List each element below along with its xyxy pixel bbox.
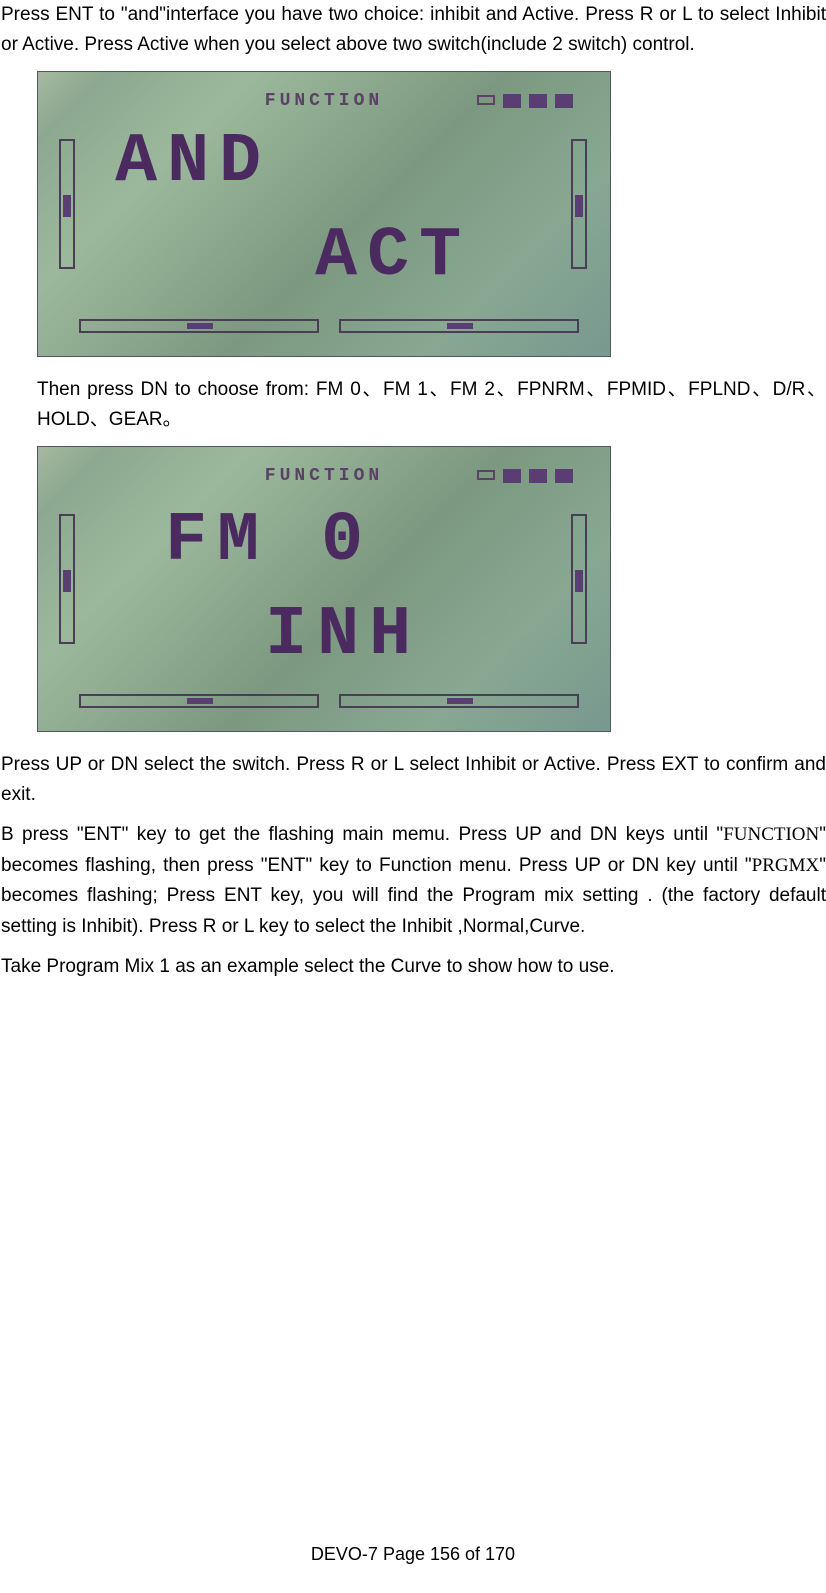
para4-part-a: B press "ENT" key to get the flashing ma… <box>1 824 723 845</box>
lcd1-left-horiz-bar <box>79 319 319 333</box>
lcd-screenshot-2: FUNCTION FM 0 INH <box>37 446 611 732</box>
lcd1-right-horiz-bar <box>339 319 579 333</box>
page-footer: DEVO-7 Page 156 of 170 <box>0 1544 826 1565</box>
lcd2-title: FUNCTION <box>265 466 383 486</box>
lcd1-right-vert-bar <box>571 139 587 269</box>
para4-function-menu-1: FUNCTION <box>723 824 819 845</box>
lcd2-left-vert-bar <box>59 514 75 644</box>
paragraph-2: Then press DN to choose from: FM 0、FM 1、… <box>37 375 826 436</box>
lcd1-indicator-bars <box>477 94 573 108</box>
lcd2-line-top: FM 0 <box>165 502 373 581</box>
lcd-screenshot-1: FUNCTION AND ACT <box>37 71 611 357</box>
lcd2-left-horiz-bar <box>79 694 319 708</box>
lcd1-line-top: AND <box>115 123 271 202</box>
lcd2-indicator-bars <box>477 469 573 483</box>
paragraph-5: Take Program Mix 1 as an example select … <box>1 952 826 982</box>
paragraph-4: B press "ENT" key to get the flashing ma… <box>1 820 826 942</box>
lcd2-line-bottom: INH <box>265 596 421 675</box>
lcd1-line-bottom: ACT <box>315 217 471 296</box>
paragraph-3: Press UP or DN select the switch. Press … <box>1 750 826 811</box>
lcd2-right-vert-bar <box>571 514 587 644</box>
para4-function-menu-2: PRGMX <box>752 855 820 876</box>
lcd1-left-vert-bar <box>59 139 75 269</box>
paragraph-1: Press ENT to "and"interface you have two… <box>1 0 826 61</box>
lcd2-right-horiz-bar <box>339 694 579 708</box>
lcd1-title: FUNCTION <box>265 91 383 111</box>
